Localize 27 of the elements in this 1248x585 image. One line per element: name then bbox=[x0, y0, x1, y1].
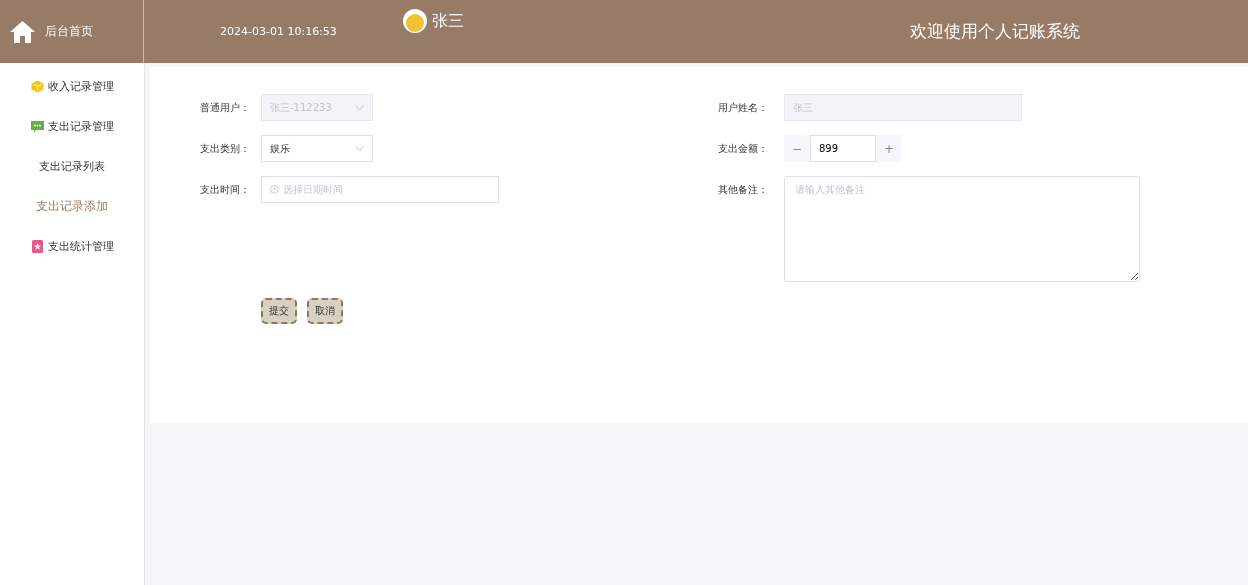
number-field[interactable]: 899 bbox=[810, 135, 876, 162]
clock-icon bbox=[270, 185, 279, 194]
field-label: 普通用户： bbox=[199, 101, 251, 115]
avatar-icon bbox=[402, 9, 427, 33]
field-label: 支出金额： bbox=[717, 142, 769, 156]
datetime-text: 2024-03-01 10:16:53 bbox=[220, 25, 337, 38]
system-title: 欢迎使用个人记账系统 bbox=[910, 20, 1080, 43]
submit-button[interactable]: 提交 bbox=[261, 298, 297, 324]
home-link[interactable]: 后台首页 bbox=[45, 23, 93, 40]
submenu-item[interactable]: 支出记录添加 bbox=[0, 195, 144, 217]
menu-label[interactable]: 支出统计管理 bbox=[47, 238, 114, 254]
cancel-button[interactable]: 取消 bbox=[307, 298, 343, 324]
chat-icon bbox=[30, 119, 44, 133]
menu-label[interactable]: 收入记录管理 bbox=[47, 78, 114, 94]
user-name: 张三 bbox=[431, 10, 464, 32]
home-icon bbox=[10, 20, 35, 43]
select-field[interactable]: 娱乐 bbox=[261, 135, 373, 162]
cube-icon bbox=[30, 79, 44, 93]
menu-label[interactable]: 支出记录管理 bbox=[47, 118, 114, 134]
field-label: 其他备注： bbox=[717, 183, 769, 197]
field-label: 用户姓名： bbox=[717, 101, 769, 115]
submenu-item[interactable]: 支出记录列表 bbox=[0, 155, 144, 177]
field-label: 支出时间： bbox=[199, 183, 251, 197]
caret-icon bbox=[355, 145, 364, 152]
document-icon bbox=[30, 239, 44, 253]
field-label: 支出类别： bbox=[199, 142, 251, 156]
caret-icon bbox=[355, 104, 364, 111]
